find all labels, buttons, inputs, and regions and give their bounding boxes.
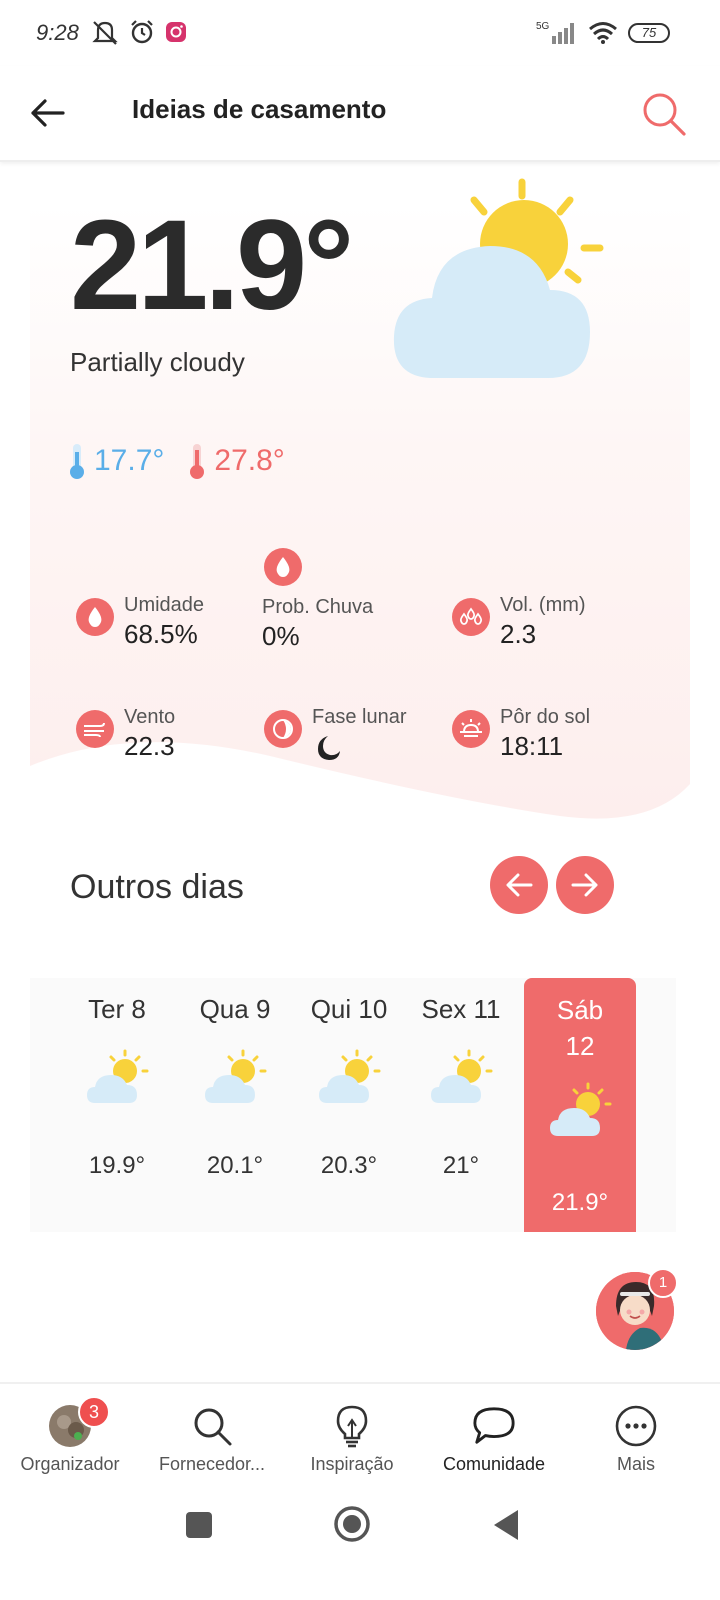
partly-cloudy-icon [393,178,604,378]
organizer-badge: 3 [78,1396,110,1428]
status-icons-right: 5G 75 [536,20,670,46]
stat-volume: Vol. (mm) 2.3 [452,594,586,650]
system-navigation-bar [0,1490,720,1600]
weather-condition: Partially cloudy [70,347,245,377]
nav-label: Organizador [20,1454,120,1474]
search-icon [643,93,686,136]
stat-moon-phase: Fase lunar [264,706,407,768]
day-name: Sáb 12 [556,995,604,1061]
arrow-left-icon [31,99,65,127]
rain-drop-icon [264,548,302,586]
signal-icon: 5G [536,21,574,44]
weather-card: 21.9° Partially cloudy 17.7° 27.8° Umida… [30,164,690,844]
search-button[interactable] [636,86,692,142]
partly-cloudy-icon [87,1049,149,1103]
nav-comunidade[interactable]: Comunidade [424,1384,564,1484]
moon-phase-icon [264,710,302,748]
svg-text:5G: 5G [536,21,550,32]
day-name: Sex 11 [421,994,501,1024]
partly-cloudy-icon [205,1049,267,1103]
day-card[interactable]: Qua 9 20.1° [180,978,290,1232]
chat-notification-badge: 1 [648,1268,678,1298]
nav-label: Inspiração [310,1454,394,1474]
partly-cloudy-icon [431,1049,493,1103]
wifi-icon [589,22,617,44]
day-temperature: 20.1° [206,1152,264,1179]
day-name: Qua 9 [199,994,271,1024]
status-bar: 9:28 5G 75 [0,0,720,66]
lightbulb-icon [330,1404,374,1448]
day-name: Qui 10 [310,994,388,1024]
page-title: Ideias de casamento [132,94,387,124]
stat-moon-phase-label: Fase lunar [312,706,407,728]
partly-cloudy-icon [319,1049,381,1103]
nav-label: Mais [616,1454,655,1474]
nav-inspiracao[interactable]: Inspiração [282,1384,422,1484]
partly-cloudy-icon [550,1082,612,1136]
wind-icon [76,710,114,748]
battery-indicator: 75 [628,23,670,43]
search-icon [190,1404,234,1448]
stat-sunset: Pôr do sol 18:11 [452,706,590,762]
thermometer-cold-icon [70,444,84,479]
status-time: 9:28 [36,20,79,45]
current-temperature: 21.9° [70,194,354,337]
nav-mais[interactable]: Mais [566,1384,706,1484]
stat-sunset-value: 18:11 [500,731,564,761]
alarm-icon [131,20,153,44]
back-button[interactable] [22,88,72,138]
rain-drops-icon [452,598,490,636]
day-name: Ter 8 [88,994,146,1024]
stat-rain-prob-label: Prob. Chuva [262,596,374,618]
nav-organizador[interactable]: 3 Organizador [0,1384,140,1484]
nav-label: Comunidade [442,1454,546,1474]
stat-volume-label: Vol. (mm) [500,594,586,616]
day-temperature: 20.3° [320,1152,378,1179]
stat-wind: Vento 22.3 [76,706,175,762]
day-card[interactable]: Ter 8 19.9° [62,978,172,1232]
stat-humidity: Umidade 68.5% [76,594,204,650]
day-temperature: 19.9° [88,1152,146,1179]
instagram-icon [166,22,186,42]
other-days-list: Ter 8 19.9° Qua 9 20.1° Qui 10 20.3° Sex… [30,978,676,1232]
thermometer-hot-icon [190,444,205,479]
next-days-button[interactable] [556,856,614,914]
home-icon[interactable] [332,1504,372,1544]
stat-wind-value: 22.3 [124,731,175,761]
chat-bubble-icon [472,1404,516,1448]
stat-humidity-value: 68.5% [124,619,198,649]
humidity-icon [76,598,114,636]
other-days-title: Outros dias [70,868,244,906]
stat-volume-value: 2.3 [500,619,537,649]
stat-humidity-label: Umidade [124,594,205,616]
max-temperature: 27.8° [214,444,285,477]
min-max-temperature: 17.7° 27.8° [66,442,285,480]
stat-wind-label: Vento [124,706,176,728]
min-temperature: 17.7° [94,444,165,477]
app-header: Ideias de casamento [0,66,720,162]
day-card-selected[interactable]: Sáb 12 21.9° [524,978,636,1232]
sunset-icon [452,710,490,748]
nav-fornecedores[interactable]: Fornecedor... [142,1384,282,1484]
day-card[interactable]: Qui 10 20.3° [294,978,404,1232]
bottom-navigation: 3 Organizador Fornecedor... Inspiração C… [0,1382,720,1482]
recents-icon[interactable] [184,1510,214,1540]
crescent-moon-icon [318,736,340,760]
day-temperature: 21.9° [551,1189,609,1216]
status-icons-left [90,18,188,46]
more-icon [614,1404,658,1448]
arrow-right-icon [571,873,598,897]
stat-sunset-label: Pôr do sol [500,706,591,728]
stat-rain-prob: Prob. Chuva 0% [262,548,373,652]
stat-rain-prob-value: 0% [262,621,300,651]
arrow-left-icon [506,873,533,897]
back-nav-icon[interactable] [492,1508,522,1542]
nav-label: Fornecedor... [158,1454,266,1474]
mute-icon [92,21,118,45]
day-temperature: 21° [442,1152,480,1179]
day-card[interactable]: Sex 11 21° [406,978,516,1232]
previous-days-button[interactable] [490,856,548,914]
